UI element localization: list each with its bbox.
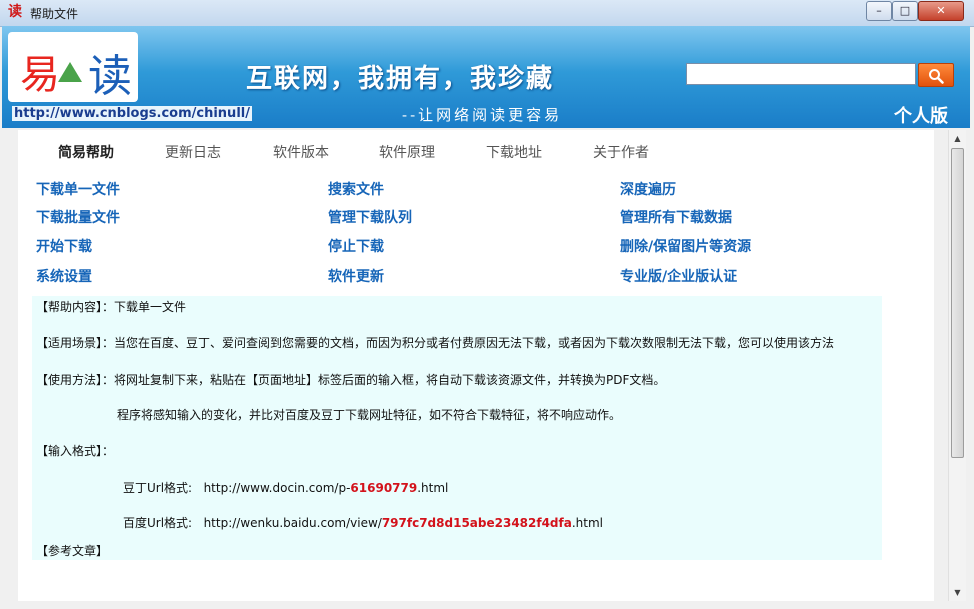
search-icon xyxy=(929,69,944,84)
help-content-area: 简易帮助 更新日志 软件版本 软件原理 下载地址 关于作者 下载单一文件 搜索文… xyxy=(18,130,934,601)
search-input[interactable] xyxy=(686,63,916,85)
maximize-button[interactable]: □ xyxy=(892,1,918,21)
vertical-scrollbar[interactable]: ▲ ▼ xyxy=(948,130,966,601)
close-button[interactable]: ✕ xyxy=(918,1,964,21)
baidu-format-row: 百度Url格式: http://wenku.baidu.com/view/797… xyxy=(123,514,603,531)
tab-bar: 简易帮助 更新日志 软件版本 软件原理 下载地址 关于作者 xyxy=(18,142,934,166)
help-content: 【帮助内容】：下载单一文件 xyxy=(36,300,187,314)
docin-format-label: 豆丁Url格式: xyxy=(123,481,193,495)
link-system-settings[interactable]: 系统设置 xyxy=(36,266,92,286)
tab-download-address[interactable]: 下载地址 xyxy=(486,142,542,162)
header-banner: 易 读 互联网，我拥有，我珍藏 --让网络阅读更容易 http://www.cn… xyxy=(2,26,970,128)
link-stop-download[interactable]: 停止下载 xyxy=(328,236,384,256)
docin-format-row: 豆丁Url格式: http://www.docin.com/p-61690779… xyxy=(123,479,448,496)
help-scenario: 【适用场景】：当您在百度、豆丁、爱问查阅到您需要的文档，而因为积分或者付费原因无… xyxy=(36,336,835,350)
help-reference: 【参考文章】 xyxy=(36,544,109,558)
link-delete-keep-resources[interactable]: 删除/保留图片等资源 xyxy=(620,236,751,256)
title-bar: 读 帮助文件 – □ ✕ xyxy=(0,0,974,27)
help-panel: 【帮助内容】：下载单一文件 【适用场景】：当您在百度、豆丁、爱问查阅到您需要的文… xyxy=(32,296,882,560)
docin-url-suffix: .html xyxy=(417,481,449,495)
baidu-url-prefix: http://wenku.baidu.com/view/ xyxy=(203,516,382,530)
link-manage-queue[interactable]: 管理下载队列 xyxy=(328,207,412,227)
link-manage-all-data[interactable]: 管理所有下载数据 xyxy=(620,207,732,227)
link-deep-traverse[interactable]: 深度遍历 xyxy=(620,179,676,199)
slogan: 互联网，我拥有，我珍藏 xyxy=(246,64,555,94)
scroll-up-arrow-icon[interactable]: ▲ xyxy=(949,130,966,147)
tab-version[interactable]: 软件版本 xyxy=(273,142,329,162)
link-search-file[interactable]: 搜索文件 xyxy=(328,179,384,199)
link-download-batch[interactable]: 下载批量文件 xyxy=(36,207,120,227)
edition-label: 个人版 xyxy=(894,106,948,127)
baidu-url-id: 797fc7d8d15abe23482f4dfa xyxy=(381,516,572,530)
app-icon: 读 xyxy=(8,4,22,20)
tab-changelog[interactable]: 更新日志 xyxy=(165,142,221,162)
logo: 易 读 xyxy=(8,32,138,102)
tab-principle[interactable]: 软件原理 xyxy=(379,142,435,162)
logo-char-yi: 易 xyxy=(20,52,60,98)
author-url[interactable]: http://www.cnblogs.com/chinull/ xyxy=(12,106,252,121)
minimize-button[interactable]: – xyxy=(866,1,892,21)
docin-url-prefix: http://www.docin.com/p- xyxy=(203,481,351,495)
help-usage-note: 程序将感知输入的变化，并比对百度及豆丁下载网址特征，如不符合下载特征，将不响应动… xyxy=(117,408,622,422)
scroll-down-arrow-icon[interactable]: ▼ xyxy=(949,584,966,601)
tab-simple-help[interactable]: 简易帮助 xyxy=(58,142,114,162)
help-format-title: 【输入格式】： xyxy=(36,444,115,458)
baidu-format-label: 百度Url格式: xyxy=(123,516,193,530)
link-start-download[interactable]: 开始下载 xyxy=(36,236,92,256)
link-download-single[interactable]: 下载单一文件 xyxy=(36,179,120,199)
help-usage: 【使用方法】：将网址复制下来，粘贴在【页面地址】标签后面的输入框，将自动下载该资… xyxy=(36,373,666,387)
scrollbar-thumb[interactable] xyxy=(951,148,964,458)
tab-about-author[interactable]: 关于作者 xyxy=(593,142,649,162)
sub-slogan: --让网络阅读更容易 xyxy=(402,106,563,124)
search-button[interactable] xyxy=(918,63,954,87)
baidu-url-suffix: .html xyxy=(571,516,603,530)
logo-triangle-icon xyxy=(58,62,82,82)
window-title: 帮助文件 xyxy=(30,7,79,21)
link-software-update[interactable]: 软件更新 xyxy=(328,266,384,286)
link-pro-enterprise-auth[interactable]: 专业版/企业版认证 xyxy=(620,266,737,286)
docin-url-id: 61690779 xyxy=(350,481,418,495)
logo-char-du: 读 xyxy=(88,51,132,102)
